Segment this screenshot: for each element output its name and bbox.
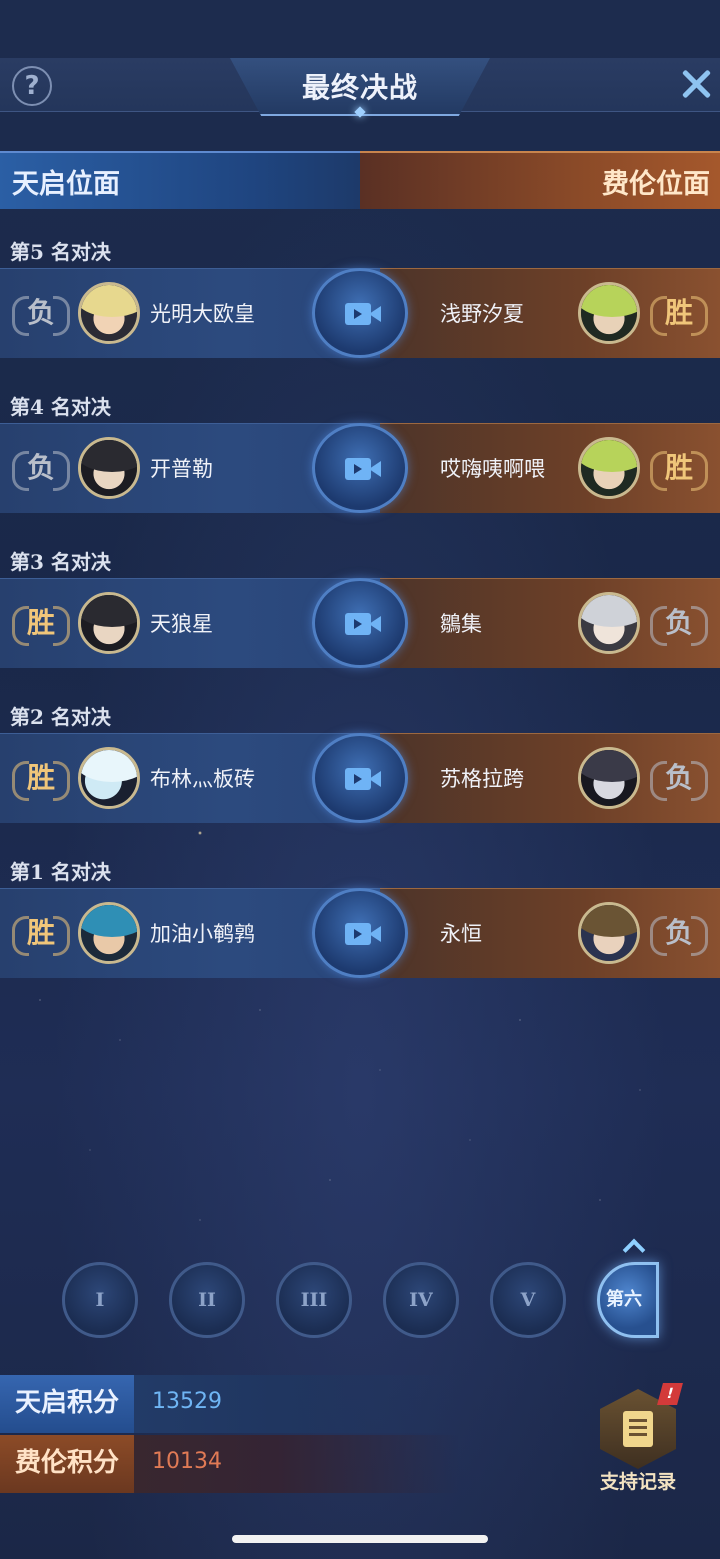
match-rank-4: 第4 名对决 负 开普勒 哎嗨咦啊喂 胜 xyxy=(0,391,720,516)
right-result-badge: 胜 xyxy=(650,290,708,336)
right-player-name: 永恒 xyxy=(440,922,482,946)
left-result-badge: 胜 xyxy=(12,755,70,801)
right-player-name: 浅野汐夏 xyxy=(440,302,524,326)
round-button-4[interactable]: IV xyxy=(383,1262,459,1338)
replay-button[interactable] xyxy=(312,578,408,668)
match-rank-5: 第5 名对决 负 光明大欧皇 浅野汐夏 胜 xyxy=(0,236,720,361)
document-icon xyxy=(623,1411,653,1447)
question-icon: ? xyxy=(24,71,40,101)
support-record-button[interactable]: ! 支持记录 xyxy=(590,1383,686,1493)
video-camera-icon xyxy=(345,613,381,635)
page-title: 最终决战 xyxy=(301,71,418,104)
right-player-name: 苏格拉跨 xyxy=(440,767,524,791)
tianqi-score: 天启积分 13529 xyxy=(0,1375,460,1433)
home-indicator[interactable] xyxy=(232,1535,488,1543)
round-button-5[interactable]: V xyxy=(490,1262,566,1338)
feilun-score: 费伦积分 10134 xyxy=(0,1435,460,1493)
left-result-badge: 胜 xyxy=(12,910,70,956)
replay-button[interactable] xyxy=(312,423,408,513)
right-player-avatar[interactable] xyxy=(578,902,640,964)
feilun-score-label: 费伦积分 xyxy=(0,1435,134,1493)
header: 最终决战 ? xyxy=(0,58,720,120)
video-camera-icon xyxy=(345,768,381,790)
round-button-2[interactable]: II xyxy=(169,1262,245,1338)
match-row: 胜 布林灬板砖 苏格拉跨 负 xyxy=(0,733,720,823)
match-rank-1: 第1 名对决 胜 加油小鹌鹑 永恒 负 xyxy=(0,856,720,981)
left-player-avatar[interactable] xyxy=(78,592,140,654)
video-camera-icon xyxy=(345,458,381,480)
selected-round-arrow-icon xyxy=(622,1238,646,1262)
match-row: 负 光明大欧皇 浅野汐夏 胜 xyxy=(0,268,720,358)
round-button-6[interactable]: 第六天 xyxy=(597,1262,659,1338)
right-result-badge: 负 xyxy=(650,600,708,646)
match-rank-2: 第2 名对决 胜 布林灬板砖 苏格拉跨 负 xyxy=(0,701,720,826)
faction-left-label: 天启位面 xyxy=(12,169,120,200)
right-player-avatar[interactable] xyxy=(578,282,640,344)
match-label: 第4 名对决 xyxy=(10,395,111,419)
match-label: 第2 名对决 xyxy=(10,705,111,729)
match-row: 胜 天狼星 鶵集 负 xyxy=(0,578,720,668)
match-row: 胜 加油小鹌鹑 永恒 负 xyxy=(0,888,720,978)
left-player-name: 布林灬板砖 xyxy=(150,767,255,791)
left-player-name: 加油小鹌鹑 xyxy=(150,922,255,946)
round-selector: I II III IV V 第六天 xyxy=(0,1238,720,1350)
match-rank-3: 第3 名对决 胜 天狼星 鶵集 负 xyxy=(0,546,720,671)
match-label: 第1 名对决 xyxy=(10,860,111,884)
replay-button[interactable] xyxy=(312,888,408,978)
match-label: 第3 名对决 xyxy=(10,550,111,574)
feilun-score-value: 10134 xyxy=(152,1449,222,1474)
right-result-badge: 胜 xyxy=(650,445,708,491)
video-camera-icon xyxy=(345,923,381,945)
help-button[interactable]: ? xyxy=(12,66,52,106)
left-player-avatar[interactable] xyxy=(78,902,140,964)
faction-bar: 天启位面 费伦位面 xyxy=(0,151,720,209)
replay-button[interactable] xyxy=(312,268,408,358)
left-player-avatar[interactable] xyxy=(78,747,140,809)
video-camera-icon xyxy=(345,303,381,325)
left-player-name: 光明大欧皇 xyxy=(150,302,255,326)
left-result-badge: 负 xyxy=(12,445,70,491)
right-player-avatar[interactable] xyxy=(578,747,640,809)
support-record-label: 支持记录 xyxy=(599,1471,676,1493)
notification-badge: ! xyxy=(657,1383,683,1405)
faction-left: 天启位面 xyxy=(0,151,360,209)
tianqi-score-value: 13529 xyxy=(152,1389,222,1414)
left-player-name: 天狼星 xyxy=(150,612,213,636)
round-button-3[interactable]: III xyxy=(276,1262,352,1338)
right-player-avatar[interactable] xyxy=(578,592,640,654)
match-label: 第5 名对决 xyxy=(10,240,111,264)
left-player-avatar[interactable] xyxy=(78,437,140,499)
left-result-badge: 胜 xyxy=(12,600,70,646)
right-player-name: 鶵集 xyxy=(440,612,482,636)
replay-button[interactable] xyxy=(312,733,408,823)
faction-right: 费伦位面 xyxy=(360,151,720,209)
left-result-badge: 负 xyxy=(12,290,70,336)
close-button[interactable] xyxy=(676,62,716,106)
match-row: 负 开普勒 哎嗨咦啊喂 胜 xyxy=(0,423,720,513)
left-player-name: 开普勒 xyxy=(150,457,213,481)
right-player-avatar[interactable] xyxy=(578,437,640,499)
faction-right-label: 费伦位面 xyxy=(602,169,710,200)
right-result-badge: 负 xyxy=(650,755,708,801)
round-button-1[interactable]: I xyxy=(62,1262,138,1338)
right-player-name: 哎嗨咦啊喂 xyxy=(440,457,545,481)
right-result-badge: 负 xyxy=(650,910,708,956)
tianqi-score-label: 天启积分 xyxy=(0,1375,134,1433)
left-player-avatar[interactable] xyxy=(78,282,140,344)
